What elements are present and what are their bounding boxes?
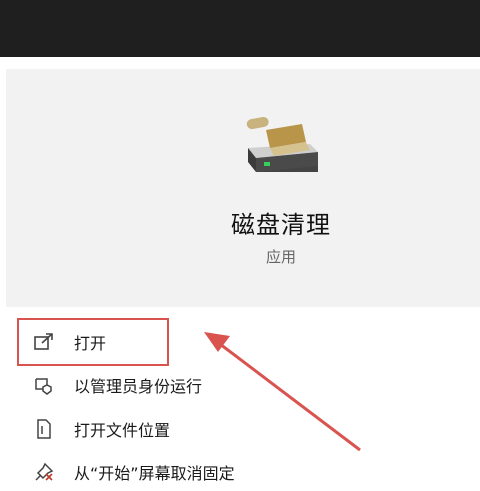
annotation-arrow — [204, 332, 361, 452]
